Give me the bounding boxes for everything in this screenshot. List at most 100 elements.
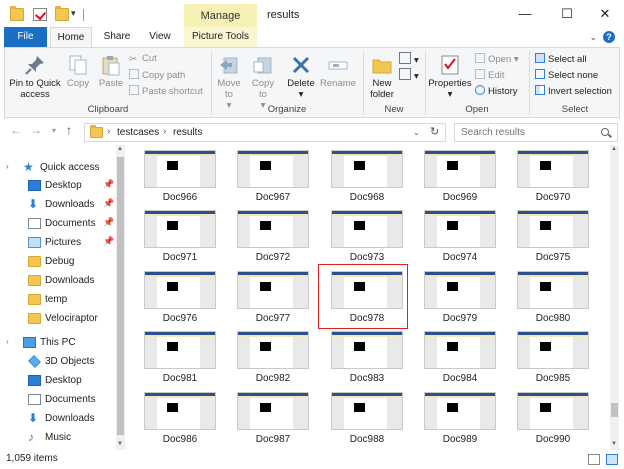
content-scroll-thumb[interactable] bbox=[611, 403, 618, 417]
nav-quick-access[interactable]: › ★ Quick access bbox=[0, 159, 114, 177]
breadcrumb-chevron-icon[interactable]: › bbox=[163, 126, 166, 137]
quick-access-toolbar-caret-icon[interactable]: ▾ bbox=[71, 8, 76, 19]
refresh-icon[interactable]: ↻ bbox=[430, 125, 439, 138]
history-button[interactable]: History bbox=[475, 85, 518, 98]
properties-button[interactable]: Properties ▾ bbox=[427, 54, 473, 100]
new-folder-button[interactable]: New folder bbox=[367, 54, 397, 100]
help-icon[interactable]: ? bbox=[603, 31, 615, 43]
tab-view[interactable]: View bbox=[142, 27, 178, 47]
scroll-down-arrow-icon[interactable]: ▼ bbox=[117, 441, 123, 447]
file-tile[interactable]: Doc984 bbox=[416, 331, 504, 391]
delete-button[interactable]: Delete ▾ bbox=[285, 54, 317, 100]
cut-button[interactable]: ✂ Cut bbox=[129, 53, 157, 65]
minimize-button[interactable]: — bbox=[506, 4, 544, 26]
tab-file[interactable]: File bbox=[4, 27, 47, 47]
file-tile[interactable]: Doc972 bbox=[229, 210, 317, 270]
up-arrow-icon[interactable]: ↑ bbox=[66, 123, 72, 137]
file-tile[interactable]: Doc968 bbox=[323, 150, 411, 210]
details-view-icon[interactable] bbox=[588, 454, 600, 465]
tab-share[interactable]: Share bbox=[97, 27, 137, 47]
search-icon[interactable] bbox=[601, 128, 609, 136]
properties-check-icon[interactable] bbox=[33, 8, 47, 21]
nav-this-pc[interactable]: › This PC bbox=[0, 334, 114, 352]
copy-to-button[interactable]: Copy to ▾ bbox=[247, 54, 279, 111]
file-tile[interactable]: Doc990 bbox=[509, 392, 597, 450]
nav-debug[interactable]: Debug bbox=[0, 253, 114, 271]
tab-picture-tools[interactable]: Picture Tools bbox=[184, 27, 257, 47]
new-item-button[interactable]: ▾ bbox=[399, 52, 419, 67]
file-tile[interactable]: Doc987 bbox=[229, 392, 317, 450]
file-tile[interactable]: Doc975 bbox=[509, 210, 597, 270]
file-tile[interactable]: Doc969 bbox=[416, 150, 504, 210]
nav-pc-downloads[interactable]: ⬇ Downloads bbox=[0, 410, 114, 428]
nav-pc-music[interactable]: ♪ Music bbox=[0, 429, 114, 447]
address-dropdown-chevron-icon[interactable]: ⌄ bbox=[413, 128, 420, 137]
scroll-down-arrow-icon[interactable]: ▼ bbox=[611, 441, 617, 447]
forward-arrow-icon[interactable]: → bbox=[30, 123, 42, 137]
file-tile[interactable]: Doc974 bbox=[416, 210, 504, 270]
tab-home[interactable]: Home bbox=[50, 27, 92, 48]
file-tile[interactable]: Doc978 bbox=[318, 264, 411, 331]
close-button[interactable]: ✕ bbox=[586, 4, 624, 26]
nav-scroll-thumb[interactable] bbox=[117, 157, 124, 435]
nav-desktop-pinned[interactable]: Desktop 📌 bbox=[0, 177, 114, 195]
search-box[interactable] bbox=[454, 123, 618, 142]
nav-temp[interactable]: temp bbox=[0, 291, 114, 309]
select-all-button[interactable]: Select all bbox=[535, 53, 587, 66]
file-tile[interactable]: Doc985 bbox=[509, 331, 597, 391]
file-tile[interactable]: Doc989 bbox=[416, 392, 504, 450]
easy-access-button[interactable]: ▾ bbox=[399, 68, 419, 83]
back-arrow-icon[interactable]: ← bbox=[10, 123, 22, 137]
file-tile[interactable]: Doc980 bbox=[509, 271, 597, 331]
pin-to-quick-access-button[interactable]: Pin to Quick access bbox=[7, 54, 63, 100]
nav-3d-objects[interactable]: 3D Objects bbox=[0, 353, 114, 371]
invert-selection-button[interactable]: Invert selection bbox=[535, 85, 612, 98]
content-scrollbar[interactable]: ▲ ▼ bbox=[610, 145, 619, 450]
file-tile[interactable]: Doc981 bbox=[136, 331, 224, 391]
large-icons-view-icon[interactable] bbox=[606, 454, 618, 465]
file-tile[interactable]: Doc976 bbox=[136, 271, 224, 331]
file-tile[interactable]: Doc971 bbox=[136, 210, 224, 270]
expand-chevron-icon[interactable]: › bbox=[6, 337, 9, 346]
edit-button[interactable]: Edit bbox=[475, 69, 504, 82]
file-tile[interactable]: Doc973 bbox=[323, 210, 411, 270]
breadcrumb-testcases[interactable]: testcases bbox=[117, 127, 159, 138]
file-tile[interactable]: Doc966 bbox=[136, 150, 224, 210]
scroll-up-arrow-icon[interactable]: ▲ bbox=[117, 146, 123, 152]
nav-pc-documents[interactable]: Documents bbox=[0, 391, 114, 409]
copy-path-button[interactable]: Copy path bbox=[129, 69, 185, 82]
file-tile[interactable]: Doc983 bbox=[323, 331, 411, 391]
copy-button[interactable]: Copy bbox=[63, 54, 93, 89]
paste-shortcut-button[interactable]: Paste shortcut bbox=[129, 85, 203, 98]
select-none-button[interactable]: Select none bbox=[535, 69, 598, 82]
nav-downloads-folder[interactable]: Downloads bbox=[0, 272, 114, 290]
address-bar[interactable]: › testcases › results ⌄ ↻ bbox=[84, 123, 446, 142]
ribbon-collapse-chevron-icon[interactable]: ⌄ bbox=[589, 32, 597, 43]
nav-pc-desktop[interactable]: Desktop bbox=[0, 372, 114, 390]
rename-button[interactable]: Rename bbox=[319, 54, 357, 89]
open-button[interactable]: Open ▾ bbox=[475, 53, 519, 66]
file-tile[interactable]: Doc979 bbox=[416, 271, 504, 331]
move-to-button[interactable]: Move to ▾ bbox=[213, 54, 245, 111]
nav-velociraptor[interactable]: Velociraptor bbox=[0, 310, 114, 328]
folder-icon[interactable] bbox=[10, 6, 24, 21]
paste-button[interactable]: Paste bbox=[95, 54, 127, 89]
nav-documents-pinned[interactable]: Documents 📌 bbox=[0, 215, 114, 233]
file-tile[interactable]: Doc986 bbox=[136, 392, 224, 450]
expand-chevron-icon[interactable]: › bbox=[6, 162, 9, 171]
scroll-up-arrow-icon[interactable]: ▲ bbox=[611, 146, 617, 152]
maximize-button[interactable]: ☐ bbox=[548, 4, 586, 26]
search-input[interactable] bbox=[461, 127, 591, 138]
nav-downloads-pinned[interactable]: ⬇ Downloads 📌 bbox=[0, 196, 114, 214]
nav-pictures-pinned[interactable]: Pictures 📌 bbox=[0, 234, 114, 252]
file-tile[interactable]: Doc967 bbox=[229, 150, 317, 210]
file-tile[interactable]: Doc970 bbox=[509, 150, 597, 210]
recent-locations-chevron-icon[interactable]: ▾ bbox=[52, 126, 56, 135]
file-tile[interactable]: Doc982 bbox=[229, 331, 317, 391]
nav-scrollbar[interactable]: ▲ ▼ bbox=[116, 145, 125, 450]
file-tile[interactable]: Doc988 bbox=[323, 392, 411, 450]
breadcrumb-results[interactable]: results bbox=[173, 127, 202, 138]
file-tile[interactable]: Doc977 bbox=[229, 271, 317, 331]
new-folder-quick-icon[interactable] bbox=[55, 6, 69, 21]
breadcrumb-chevron-icon[interactable]: › bbox=[107, 126, 110, 137]
